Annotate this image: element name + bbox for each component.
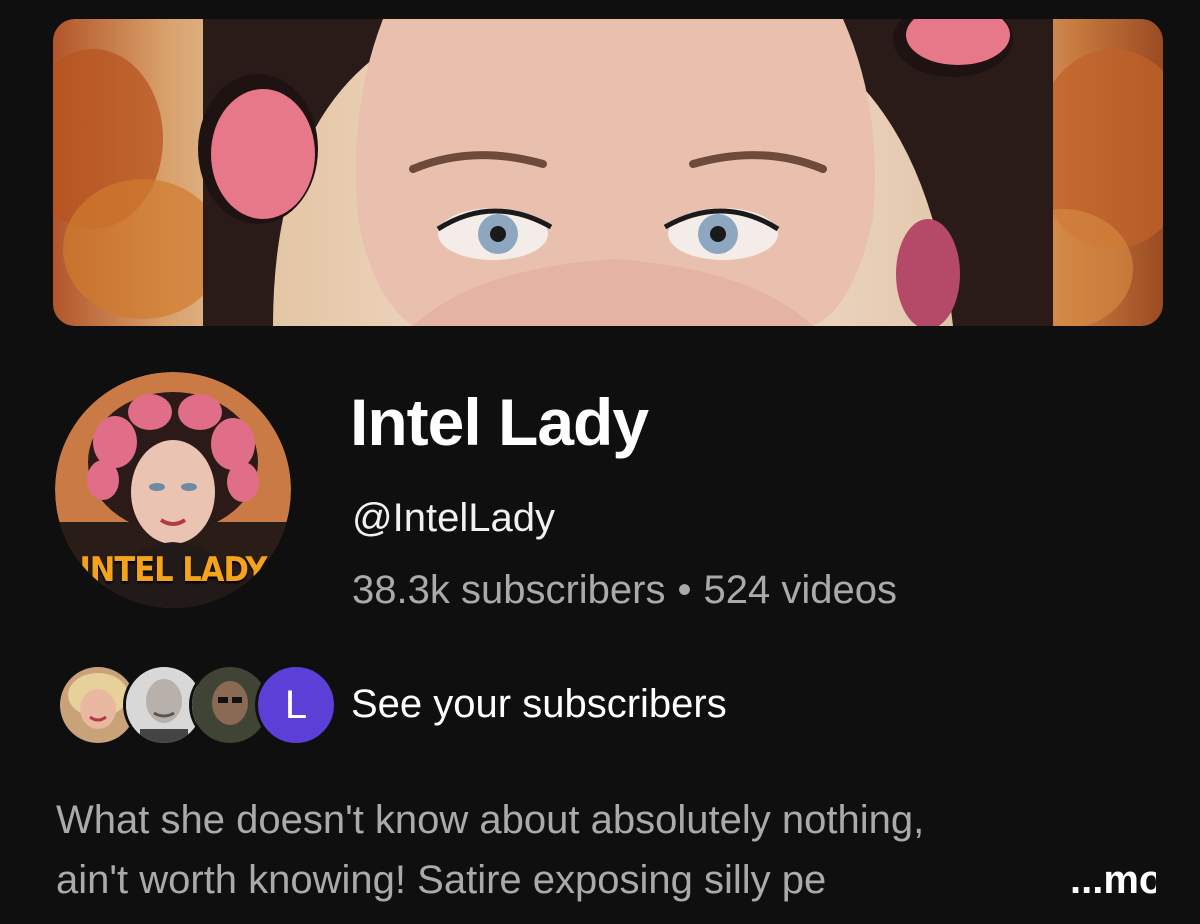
more-button[interactable]: ...more [1068,850,1156,910]
subscriber-avatars: L [57,664,337,746]
channel-avatar[interactable]: INTEL LADY [55,372,291,608]
avatar-logo-text: INTEL LADY [79,550,267,590]
see-subscribers-row[interactable]: L See your subscribers [57,658,817,748]
channel-handle: @IntelLady [352,496,555,540]
video-count: 524 videos [703,568,897,612]
description-line-2: ain't worth knowing! Satire exposing sil… [56,858,827,902]
description-line-1: What she doesn't know about absolutely n… [56,798,925,842]
description-line-2-wrap: ain't worth knowing! Satire exposing sil… [56,850,1156,910]
channel-name: Intel Lady [350,385,649,459]
channel-banner [53,19,1163,326]
see-subscribers-link[interactable]: See your subscribers [351,682,727,727]
subscriber-avatar-initial: L [255,664,337,746]
subscriber-count: 38.3k subscribers [352,568,666,612]
description-fade [986,850,1066,910]
channel-description[interactable]: What she doesn't know about absolutely n… [56,790,1156,910]
channel-stats: 38.3k subscribers • 524 videos [352,568,897,613]
stats-separator: • [677,568,692,612]
